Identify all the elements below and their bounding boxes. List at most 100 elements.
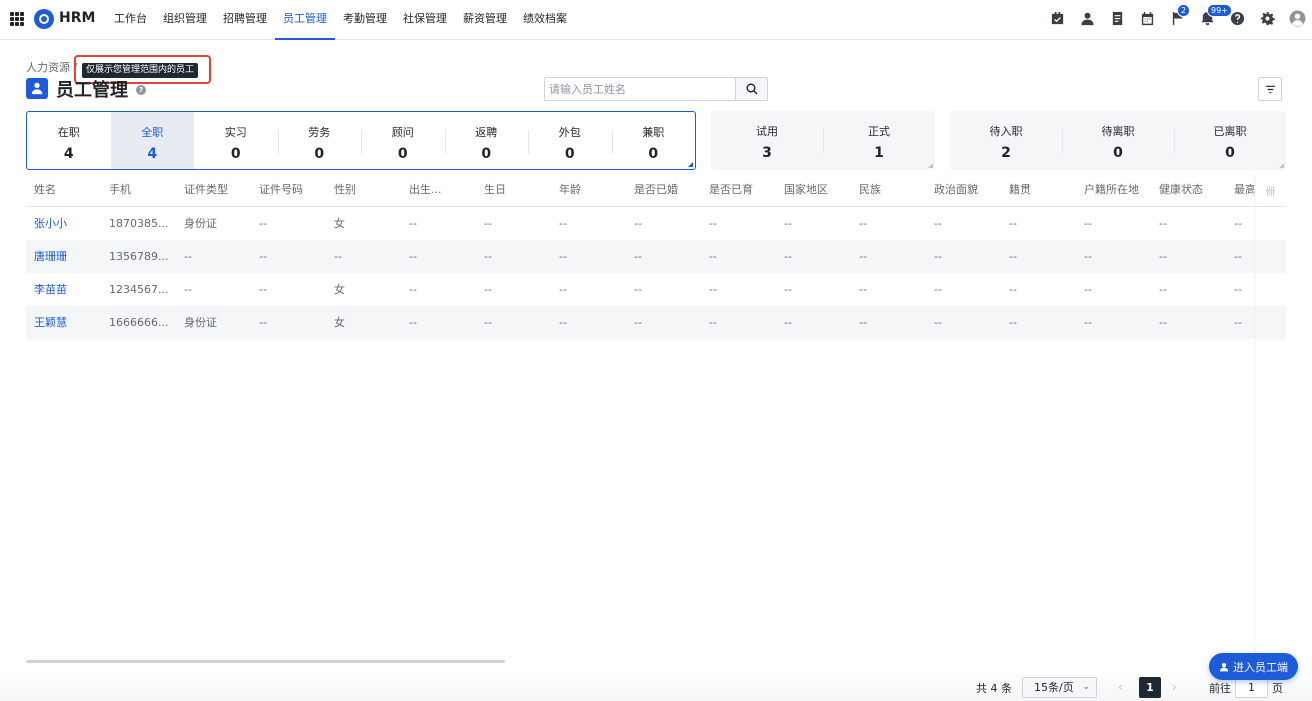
page-size-select[interactable]: 15条/页 ⌄ (1022, 677, 1097, 698)
column-header: 健康状态 (1159, 183, 1203, 196)
table-row[interactable]: 张小小 1870385... 身份证 -- 女 -- -- -- -- -- -- -- -- -- -- -… (26, 207, 1286, 240)
stat-probation-1[interactable]: 正式 1 (823, 111, 935, 170)
page-number-current[interactable]: 1 (1139, 677, 1161, 698)
table-cell: -- (709, 250, 717, 263)
column-header: 年龄 (559, 183, 581, 196)
breadcrumb: 人力资源 / (26, 59, 77, 75)
page-title: 员工管理 (56, 80, 128, 101)
flag-icon[interactable]: 2 (1168, 4, 1191, 27)
table-cell: 身份证 (184, 217, 217, 230)
stat-main-4[interactable]: 顾问 0 (361, 112, 445, 169)
search-button[interactable] (735, 78, 767, 100)
filter-button[interactable] (1258, 77, 1282, 101)
table-cell: -- (784, 250, 792, 263)
table-cell: -- (934, 316, 942, 329)
employment-type-card: 在职 4 全职 4 实习 0 劳务 0 顾问 0 返聘 0 外包 0 兼职 0 (26, 111, 696, 170)
onboarding-status-card: 待入职 2 待离职 0 已离职 0 (950, 111, 1286, 170)
table-cell: -- (784, 316, 792, 329)
card-resize-corner (928, 163, 933, 168)
enter-employee-portal-label: 进入员工端 (1233, 660, 1288, 674)
gear-icon[interactable] (1258, 9, 1276, 27)
stat-main-1[interactable]: 全职 4 (110, 112, 194, 169)
table-cell: -- (484, 283, 492, 296)
calendar-icon[interactable] (1138, 9, 1156, 27)
avatar-icon[interactable] (1288, 9, 1306, 27)
table-cell: -- (559, 217, 567, 230)
page-size-value: 15条/页 (1034, 681, 1074, 694)
table-cell: -- (1159, 217, 1167, 230)
employee-name-link[interactable]: 李苗苗 (26, 273, 101, 306)
column-header: 政治面貌 (934, 183, 978, 196)
horizontal-scrollbar[interactable] (26, 660, 505, 663)
nav-item-2[interactable]: 招聘管理 (215, 0, 275, 40)
document-icon[interactable] (1108, 9, 1126, 27)
column-settings-icon[interactable]: 卌 (1255, 174, 1286, 207)
table-cell: -- (184, 250, 192, 263)
nav-item-7[interactable]: 绩效档案 (515, 0, 575, 40)
stat-status-2[interactable]: 已离职 0 (1174, 111, 1286, 170)
goto-page-input[interactable]: 1 (1235, 677, 1268, 698)
stat-main-2[interactable]: 实习 0 (194, 112, 278, 169)
stat-main-7[interactable]: 兼职 0 (611, 112, 696, 169)
pagination-bar (0, 673, 1312, 701)
stat-label: 实习 (224, 126, 247, 139)
bell-icon[interactable]: 99+ (1198, 4, 1232, 27)
table-cell: 1234567... (109, 283, 169, 296)
table-cell: -- (1234, 250, 1242, 263)
table-cell: 身份证 (184, 316, 217, 329)
stat-main-3[interactable]: 劳务 0 (277, 112, 362, 169)
table-cell: -- (1159, 316, 1167, 329)
search-icon (746, 83, 757, 95)
todo-check-icon[interactable] (1048, 9, 1066, 27)
nav-item-6[interactable]: 薪资管理 (455, 0, 515, 40)
hrm-logo (34, 9, 54, 29)
employee-name-link[interactable]: 张小小 (26, 207, 101, 240)
stat-main-6[interactable]: 外包 0 (528, 112, 612, 169)
column-header: 国家地区 (784, 183, 828, 196)
stat-status-1[interactable]: 待离职 0 (1062, 111, 1174, 170)
breadcrumb-root[interactable]: 人力资源 (26, 61, 70, 74)
table-cell: -- (1009, 283, 1017, 296)
prev-page-button[interactable]: ‹ (1118, 680, 1123, 694)
nav-item-4[interactable]: 考勤管理 (335, 0, 395, 40)
table-cell: -- (784, 283, 792, 296)
table-cell: -- (859, 217, 867, 230)
table-row[interactable]: 王颖慧 1666666... 身份证 -- 女 -- -- -- -- -- -- -- -- -- -- -… (26, 306, 1286, 339)
table-row[interactable]: 李苗苗 1234567... -- -- 女 -- -- -- -- -- -- -- -- -- -- --… (26, 273, 1286, 306)
employee-name-link[interactable]: 王颖慧 (26, 306, 101, 339)
help-icon[interactable] (1228, 9, 1246, 27)
stat-main-0[interactable]: 在职 4 (27, 112, 111, 169)
stat-main-5[interactable]: 返聘 0 (444, 112, 529, 169)
table-row[interactable]: 唐珊珊 1356789... -- -- -- -- -- -- -- -- -- -- -- -- -- -… (26, 240, 1286, 273)
column-header: 最高 (1234, 183, 1256, 196)
stat-value: 0 (564, 146, 575, 162)
table-cell: -- (709, 316, 717, 329)
table-cell: 女 (334, 283, 345, 296)
app-grid-icon[interactable] (10, 12, 24, 26)
table-cell: 女 (334, 316, 345, 329)
stat-value: 0 (481, 146, 492, 162)
column-header: 籍贯 (1009, 183, 1031, 196)
stat-label: 待入职 (989, 125, 1023, 138)
next-page-button[interactable]: › (1172, 680, 1177, 694)
nav-item-1[interactable]: 组织管理 (155, 0, 215, 40)
table-cell: -- (259, 217, 267, 230)
search-input[interactable] (545, 78, 735, 100)
employee-page-icon (26, 78, 48, 99)
nav-item-0[interactable]: 工作台 (106, 0, 155, 40)
title-help-icon[interactable]: ? (136, 85, 146, 95)
column-header: 户籍所在地 (1084, 183, 1139, 196)
table-cell: -- (934, 250, 942, 263)
main-nav: 工作台 组织管理 招聘管理 员工管理 考勤管理 社保管理 薪资管理 绩效档案 (106, 0, 575, 40)
card-resize-corner (1279, 163, 1284, 168)
employee-name-link[interactable]: 唐珊珊 (26, 240, 101, 273)
nav-item-3[interactable]: 员工管理 (275, 0, 335, 40)
stat-probation-0[interactable]: 试用 3 (711, 111, 823, 170)
user-icon[interactable] (1078, 9, 1096, 27)
column-header: 出生... (409, 183, 442, 196)
nav-item-5[interactable]: 社保管理 (395, 0, 455, 40)
table-cell: -- (634, 316, 642, 329)
enter-employee-portal-button[interactable]: 进入员工端 (1209, 653, 1298, 680)
table-cell: -- (559, 316, 567, 329)
stat-status-0[interactable]: 待入职 2 (950, 111, 1062, 170)
